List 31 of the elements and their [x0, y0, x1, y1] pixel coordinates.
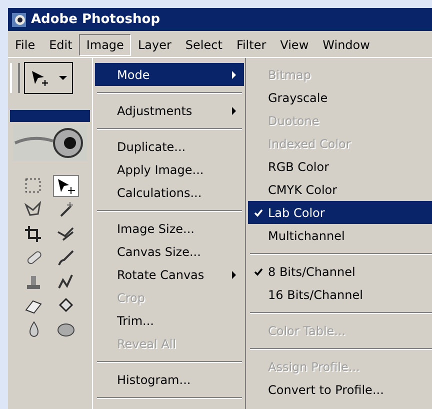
- menu-item[interactable]: Canvas Size...: [95, 240, 244, 263]
- menu-bar-item[interactable]: Image: [79, 34, 131, 56]
- window-title: Adobe Photoshop: [31, 12, 160, 27]
- menu-item[interactable]: Trim...: [95, 309, 244, 332]
- menu-item[interactable]: Histogram...: [95, 368, 244, 391]
- menu-bar-item[interactable]: Edit: [42, 34, 80, 56]
- dropdown-arrow-icon: [59, 76, 67, 80]
- menu-item[interactable]: Lab Color: [248, 201, 432, 224]
- menu-item[interactable]: Duplicate...: [95, 135, 244, 158]
- menu-item[interactable]: RGB Color: [248, 155, 432, 178]
- menu-item[interactable]: Apply Image...: [95, 158, 244, 181]
- menu-bar-item[interactable]: File: [8, 34, 42, 56]
- menu-item[interactable]: Image Size...: [95, 217, 244, 240]
- menu-item[interactable]: Grayscale: [248, 86, 432, 109]
- menu-item[interactable]: 16 Bits/Channel: [248, 283, 432, 306]
- menu-item[interactable]: Multichannel: [248, 224, 432, 247]
- menu-item[interactable]: Calculations...: [95, 181, 244, 204]
- menu-bar-item[interactable]: Layer: [130, 34, 178, 56]
- menu-bar-item[interactable]: Filter: [229, 34, 274, 56]
- menu-item[interactable]: Rotate Canvas: [95, 263, 244, 286]
- menu-item[interactable]: Mode: [95, 63, 244, 86]
- menu-item[interactable]: CMYK Color: [248, 178, 432, 201]
- menu-item[interactable]: Convert to Profile...: [248, 378, 432, 401]
- menu-item[interactable]: 8 Bits/Channel: [248, 260, 432, 283]
- menu-bar-item[interactable]: View: [273, 34, 316, 56]
- menu-bar-item[interactable]: Window: [316, 34, 377, 56]
- menu-item[interactable]: Adjustments: [95, 99, 244, 122]
- app-icon: [11, 12, 27, 28]
- menu-bar-item[interactable]: Select: [178, 34, 230, 56]
- toolbar-grip[interactable]: [10, 63, 20, 93]
- tool-preset-picker[interactable]: [24, 62, 73, 94]
